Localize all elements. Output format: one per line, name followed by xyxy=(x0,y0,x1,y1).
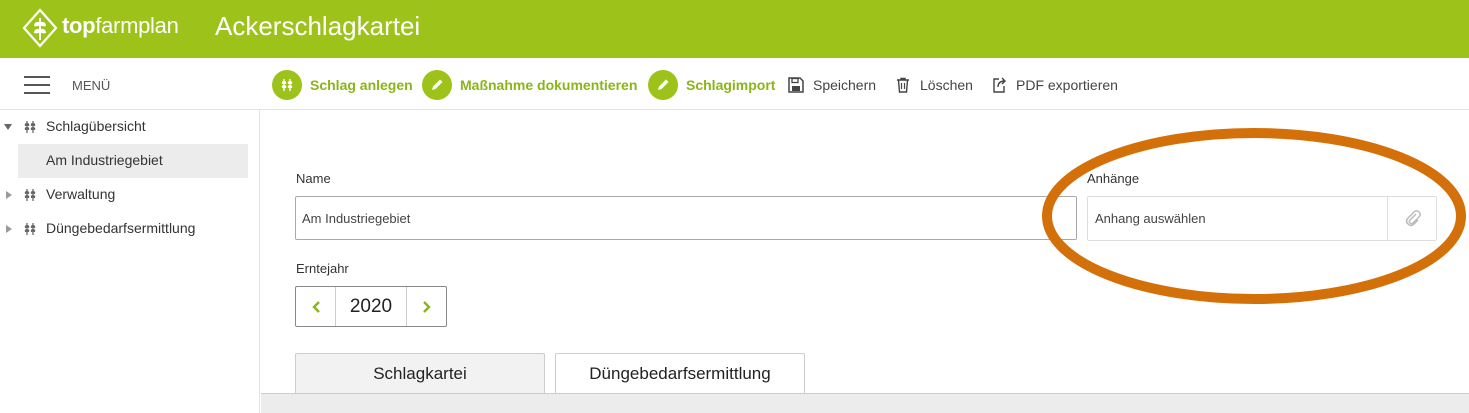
trash-icon xyxy=(897,77,909,93)
tab-content-area xyxy=(261,394,1469,413)
app-header: topfarmplan Ackerschlagkartei xyxy=(0,0,1469,58)
pencil-icon xyxy=(422,69,452,100)
sidebar-item-schlaguebersicht[interactable]: Schlagübersicht xyxy=(0,110,248,144)
year-label: Erntejahr xyxy=(296,261,349,276)
massnahme-dokumentieren-button[interactable]: Maßnahme dokumentieren xyxy=(422,69,637,100)
sidebar-item-am-industriegebiet[interactable]: Am Industriegebiet xyxy=(18,144,248,178)
sidebar: Schlagübersicht Am Industriegebiet Verwa… xyxy=(0,110,260,413)
schlag-anlegen-button[interactable]: Schlag anlegen xyxy=(272,69,413,100)
brand-name: topfarmplan xyxy=(62,13,179,38)
save-icon xyxy=(788,76,804,93)
name-label: Name xyxy=(296,171,331,186)
collapse-arrow-icon[interactable] xyxy=(4,124,12,130)
schlag-anlegen-label: Schlag anlegen xyxy=(310,76,413,93)
sidebar-item-verwaltung[interactable]: Verwaltung xyxy=(0,178,248,212)
previous-year-button[interactable] xyxy=(296,287,336,326)
expand-arrow-icon[interactable] xyxy=(6,225,12,233)
sidebar-item-label: Schlagübersicht xyxy=(46,118,146,134)
expand-arrow-icon[interactable] xyxy=(6,191,12,199)
tab-schlagkartei[interactable]: Schlagkartei xyxy=(295,353,545,394)
massnahme-dokumentieren-label: Maßnahme dokumentieren xyxy=(460,76,638,93)
sidebar-item-label: Am Industriegebiet xyxy=(46,152,163,168)
speichern-button[interactable]: Speichern xyxy=(787,69,876,100)
wheat-icon xyxy=(24,121,36,133)
attachments-label: Anhänge xyxy=(1087,171,1140,186)
export-icon xyxy=(993,77,1006,93)
toolbar: MENÜ Schlag anlegen Maßnahme dokumentier… xyxy=(0,58,1469,110)
pencil-icon xyxy=(648,69,678,100)
loeschen-label: Löschen xyxy=(920,76,973,93)
speichern-label: Speichern xyxy=(813,76,877,93)
year-value: 2020 xyxy=(349,295,393,317)
schlagimport-button[interactable]: Schlagimport xyxy=(648,69,775,100)
paperclip-icon[interactable] xyxy=(1404,209,1422,229)
chevron-left-icon xyxy=(311,300,320,313)
loeschen-button[interactable]: Löschen xyxy=(894,69,973,100)
divider xyxy=(1387,197,1388,240)
menu-label[interactable]: MENÜ xyxy=(72,78,110,93)
year-stepper: 2020 xyxy=(295,286,447,327)
chevron-right-icon xyxy=(422,300,431,313)
attachment-placeholder: Anhang auswählen xyxy=(1095,211,1206,226)
wheat-icon xyxy=(24,189,36,201)
pdf-exportieren-label: PDF exportieren xyxy=(1016,76,1118,93)
hamburger-menu-icon[interactable] xyxy=(24,76,50,94)
wheat-icon xyxy=(272,69,302,100)
schlagimport-label: Schlagimport xyxy=(686,76,776,93)
sidebar-item-label: Verwaltung xyxy=(46,186,116,202)
app-title: Ackerschlagkartei xyxy=(215,11,421,41)
attachment-picker[interactable]: Anhang auswählen xyxy=(1087,196,1437,241)
name-input[interactable] xyxy=(295,196,1077,240)
wheat-icon xyxy=(24,223,36,235)
tab-duengebedarfsermittlung[interactable]: Düngebedarfsermittlung xyxy=(555,353,805,394)
sidebar-item-label: Düngebedarfsermittlung xyxy=(46,220,196,236)
pdf-exportieren-button[interactable]: PDF exportieren xyxy=(990,69,1118,100)
sidebar-item-duengebedarfsermittlung[interactable]: Düngebedarfsermittlung xyxy=(0,212,248,246)
logo-icon xyxy=(22,8,58,48)
next-year-button[interactable] xyxy=(406,287,446,326)
